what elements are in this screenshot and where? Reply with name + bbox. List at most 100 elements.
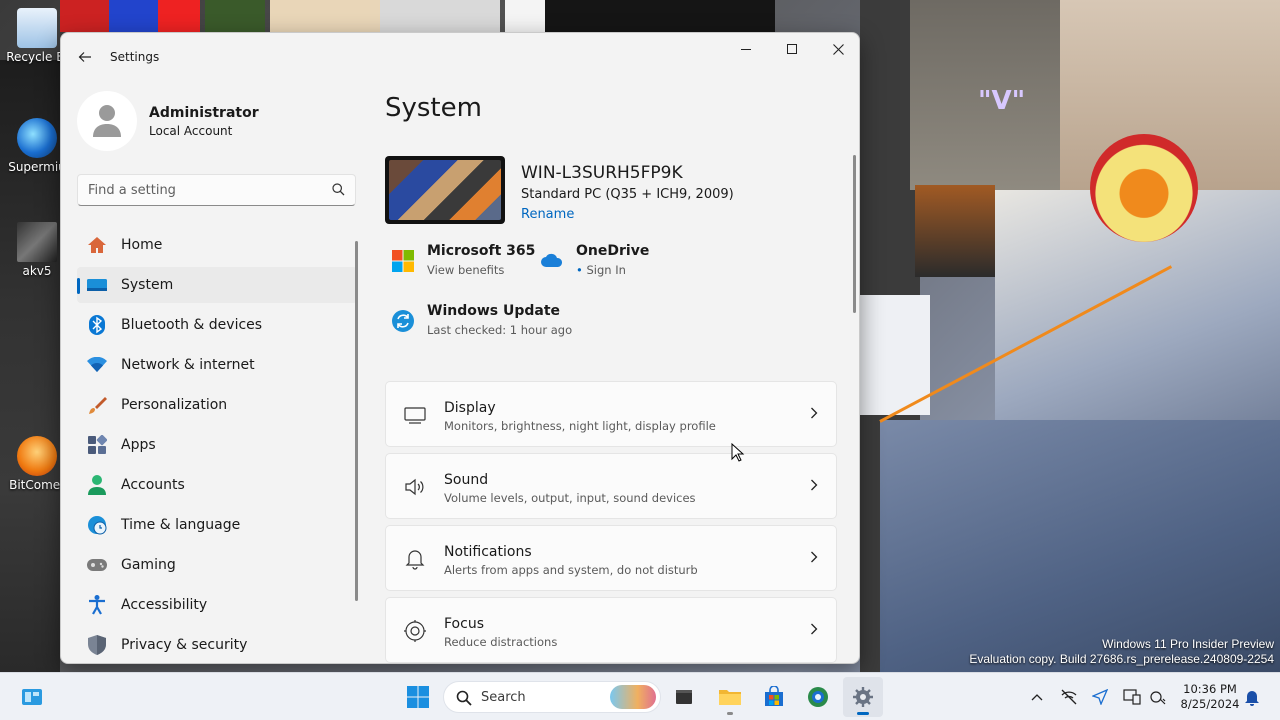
file-manager-icon: [676, 690, 692, 704]
close-button[interactable]: [815, 33, 859, 65]
phone-link-status-button[interactable]: [1148, 687, 1168, 707]
page-title: System: [385, 93, 482, 123]
show-hidden-icons-button[interactable]: [1027, 687, 1047, 707]
sidebar-item-label: System: [121, 277, 174, 293]
onedrive-card[interactable]: OneDrive • Sign In: [540, 243, 649, 277]
quick-card-title: Windows Update: [427, 303, 561, 319]
sidebar-item-personalization[interactable]: Personalization: [77, 387, 357, 423]
wifi-icon: [87, 355, 107, 375]
bitcomet-icon: [17, 436, 57, 476]
bell-icon: [1245, 691, 1259, 706]
minimize-icon: [741, 49, 751, 50]
sidebar-scrollbar[interactable]: [355, 241, 358, 601]
maximize-button[interactable]: [769, 33, 815, 65]
search-input[interactable]: Find a setting: [77, 174, 356, 206]
wallpaper-tile: [545, 0, 775, 32]
taskbar-search-box[interactable]: Search: [443, 681, 661, 713]
taskbar-clock[interactable]: 10:36 PM 8/25/2024: [1178, 682, 1242, 712]
watermark-line: Evaluation copy. Build 27686.rs_prerelea…: [969, 652, 1274, 666]
card-subtitle: Monitors, brightness, night light, displ…: [444, 419, 716, 433]
rename-link[interactable]: Rename: [521, 207, 574, 222]
wallpaper-text: "V": [978, 86, 1026, 116]
app-title: Settings: [110, 50, 160, 64]
dot-icon: •: [576, 263, 583, 277]
display-settings-card[interactable]: Display Monitors, brightness, night ligh…: [385, 381, 837, 447]
sidebar-item-system[interactable]: System: [77, 267, 357, 303]
close-icon: [832, 43, 844, 55]
desktop-preview-thumbnail: [385, 156, 505, 224]
card-title: Focus: [444, 616, 484, 632]
avatar[interactable]: [77, 91, 137, 151]
quick-card-subtitle-text: Sign In: [586, 263, 626, 277]
sidebar-item-privacy[interactable]: Privacy & security: [77, 627, 357, 663]
sidebar-item-bluetooth[interactable]: Bluetooth & devices: [77, 307, 357, 343]
location-status-button[interactable]: [1090, 687, 1110, 707]
microsoft-logo-icon: [392, 250, 414, 272]
sidebar-item-time-language[interactable]: Time & language: [77, 507, 357, 543]
notifications-settings-card[interactable]: Notifications Alerts from apps and syste…: [385, 525, 837, 591]
display-device-icon: [1123, 689, 1141, 705]
content-scrollbar[interactable]: [853, 155, 856, 313]
notification-center-button[interactable]: [1242, 687, 1262, 707]
taskbar-app-settings[interactable]: [843, 677, 883, 717]
chevron-up-icon: [1031, 694, 1043, 701]
sidebar-item-label: Home: [121, 237, 163, 253]
windows-update-card[interactable]: Windows Update Last checked: 1 hour ago: [391, 303, 572, 337]
sidebar-item-apps[interactable]: Apps: [77, 427, 357, 463]
mouse-cursor-icon: [731, 443, 745, 462]
card-title: Notifications: [444, 544, 532, 560]
start-button[interactable]: [398, 677, 438, 717]
wallpaper-tile: [205, 0, 265, 32]
network-status-button[interactable]: [1059, 687, 1079, 707]
taskbar-search-label: Search: [481, 690, 526, 705]
desktop-icon-label: Recycle Bi: [6, 50, 68, 64]
sidebar-item-gaming[interactable]: Gaming: [77, 547, 357, 583]
quick-card-subtitle: View benefits: [427, 263, 505, 277]
user-icon: [93, 105, 121, 137]
maximize-icon: [787, 44, 797, 54]
home-icon: [87, 235, 107, 255]
sound-settings-card[interactable]: Sound Volume levels, output, input, soun…: [385, 453, 837, 519]
gamepad-icon: [87, 555, 107, 575]
desktop-icon-label: BitComet: [9, 478, 65, 492]
location-arrow-icon: [1092, 689, 1108, 705]
microsoft-365-card[interactable]: Microsoft 365 View benefits: [391, 243, 535, 277]
back-button[interactable]: [73, 45, 97, 69]
widgets-button[interactable]: [12, 677, 52, 717]
minimize-button[interactable]: [723, 33, 769, 65]
chevron-right-icon: [811, 623, 818, 635]
sidebar-nav: Home System Bluetooth & devices Network …: [77, 227, 357, 663]
sidebar-item-accessibility[interactable]: Accessibility: [77, 587, 357, 623]
sidebar-item-label: Personalization: [121, 397, 228, 413]
wallpaper-tile: [60, 0, 200, 32]
watermark-line: Windows 11 Pro Insider Preview: [1102, 637, 1274, 651]
device-model: Standard PC (Q35 + ICH9, 2009): [521, 187, 734, 202]
browser-icon: [808, 687, 828, 707]
sidebar-item-accounts[interactable]: Accounts: [77, 467, 357, 503]
title-bar[interactable]: Settings: [61, 33, 859, 81]
user-name: Administrator: [149, 105, 259, 121]
chevron-right-icon: [811, 479, 818, 491]
taskbar-app-files[interactable]: [664, 677, 704, 717]
bell-icon: [405, 550, 425, 570]
taskbar-app-file-explorer[interactable]: [710, 677, 750, 717]
focus-settings-card[interactable]: Focus Reduce distractions: [385, 597, 837, 663]
device-status-button[interactable]: [1122, 687, 1142, 707]
account-type: Local Account: [149, 124, 233, 138]
bluetooth-icon: [87, 315, 107, 335]
sidebar-item-network[interactable]: Network & internet: [77, 347, 357, 383]
wallpaper-badge: [1090, 134, 1198, 242]
search-icon: [332, 183, 345, 196]
taskbar-app-store[interactable]: [754, 677, 794, 717]
chevron-right-icon: [811, 407, 818, 419]
arrow-left-icon: [78, 52, 91, 62]
quick-card-subtitle: • Sign In: [576, 263, 649, 277]
sidebar-item-home[interactable]: Home: [77, 227, 357, 263]
quick-card-subtitle: Last checked: 1 hour ago: [427, 323, 573, 337]
device-name: WIN-L3SURH5FP9K: [521, 163, 683, 183]
windows-logo-icon: [407, 686, 429, 708]
taskbar-app-browser[interactable]: [798, 677, 838, 717]
search-icon: [456, 690, 472, 706]
sidebar-item-label: Privacy & security: [121, 637, 248, 653]
shield-icon: [87, 635, 107, 655]
